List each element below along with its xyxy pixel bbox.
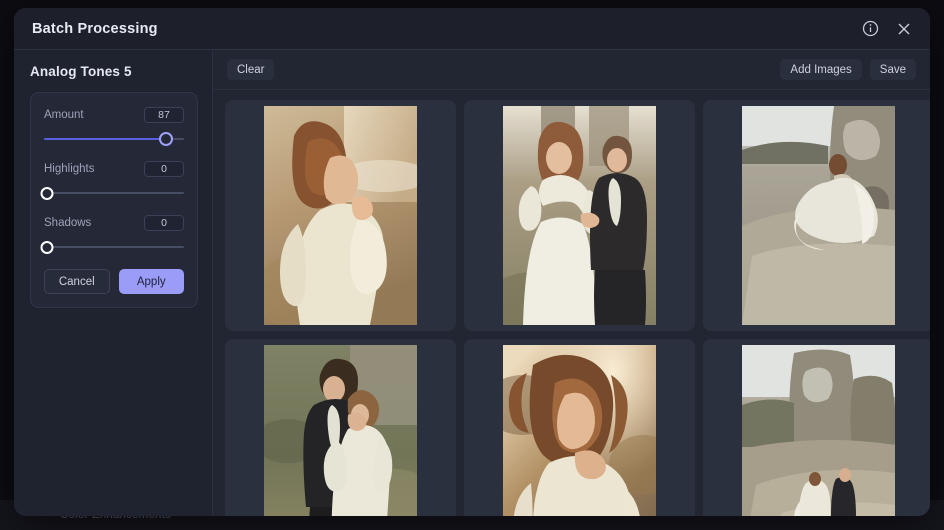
toolbar-right-actions: Add Images Save bbox=[780, 59, 916, 80]
dialog-body: Analog Tones 5 Amount 87 Highlights 0 Sh… bbox=[14, 50, 930, 516]
apply-button[interactable]: Apply bbox=[118, 269, 184, 294]
photo-thumbnail bbox=[742, 345, 895, 516]
slider-highlights-value[interactable]: 0 bbox=[144, 161, 184, 177]
info-icon[interactable] bbox=[860, 19, 880, 39]
slider-shadows-label: Shadows bbox=[44, 217, 92, 229]
photo-thumbnail bbox=[503, 106, 656, 325]
slider-amount: Amount 87 bbox=[44, 107, 184, 146]
slider-highlights: Highlights 0 bbox=[40, 161, 184, 200]
slider-shadows-track-bg bbox=[44, 246, 184, 248]
photo-thumbnail bbox=[264, 106, 417, 325]
slider-shadows-value[interactable]: 0 bbox=[144, 215, 184, 231]
slider-amount-track[interactable] bbox=[44, 132, 184, 146]
thumbnail-card[interactable] bbox=[464, 339, 695, 516]
close-icon[interactable] bbox=[894, 19, 914, 39]
thumbnail-card[interactable] bbox=[703, 339, 930, 516]
page-title: Batch Processing bbox=[32, 20, 158, 37]
thumbnail-card[interactable] bbox=[703, 100, 930, 331]
clear-button[interactable]: Clear bbox=[227, 59, 275, 80]
thumbnail-card[interactable] bbox=[225, 100, 456, 331]
slider-amount-label: Amount bbox=[44, 109, 84, 121]
add-images-button[interactable]: Add Images bbox=[780, 59, 862, 80]
preset-name: Analog Tones 5 bbox=[30, 64, 132, 79]
photo-thumbnail bbox=[503, 345, 656, 516]
header-actions bbox=[860, 19, 914, 39]
slider-amount-value[interactable]: 87 bbox=[144, 107, 184, 123]
slider-shadows-head: Shadows 0 bbox=[44, 215, 184, 231]
slider-shadows: Shadows 0 bbox=[40, 215, 184, 254]
dialog-header: Batch Processing bbox=[14, 8, 930, 50]
cancel-button[interactable]: Cancel bbox=[44, 269, 110, 294]
slider-amount-fill bbox=[44, 138, 166, 140]
slider-shadows-thumb[interactable] bbox=[40, 240, 54, 254]
slider-amount-thumb[interactable] bbox=[158, 132, 173, 146]
adjustments-panel: Amount 87 Highlights 0 Shadows 0 Cancel … bbox=[30, 92, 198, 308]
slider-shadows-track[interactable] bbox=[40, 240, 184, 254]
main-content: Clear Add Images Save bbox=[213, 50, 930, 516]
adjustments-sidebar: Analog Tones 5 Amount 87 Highlights 0 Sh… bbox=[14, 50, 213, 516]
grid-toolbar: Clear Add Images Save bbox=[213, 50, 930, 90]
slider-highlights-thumb[interactable] bbox=[40, 186, 54, 200]
thumbnail-card[interactable] bbox=[464, 100, 695, 331]
batch-processing-dialog: Batch Processing Analog Tones 5 Amount 8… bbox=[14, 8, 930, 516]
save-button[interactable]: Save bbox=[869, 59, 916, 80]
photo-thumbnail bbox=[742, 106, 895, 325]
slider-highlights-track-bg bbox=[44, 192, 184, 194]
panel-actions: Cancel Apply bbox=[44, 269, 184, 294]
slider-amount-head: Amount 87 bbox=[44, 107, 184, 123]
slider-highlights-label: Highlights bbox=[44, 163, 95, 175]
slider-highlights-track[interactable] bbox=[40, 186, 184, 200]
photo-thumbnail bbox=[264, 345, 417, 516]
image-grid bbox=[213, 90, 930, 516]
thumbnail-card[interactable] bbox=[225, 339, 456, 516]
slider-highlights-head: Highlights 0 bbox=[44, 161, 184, 177]
